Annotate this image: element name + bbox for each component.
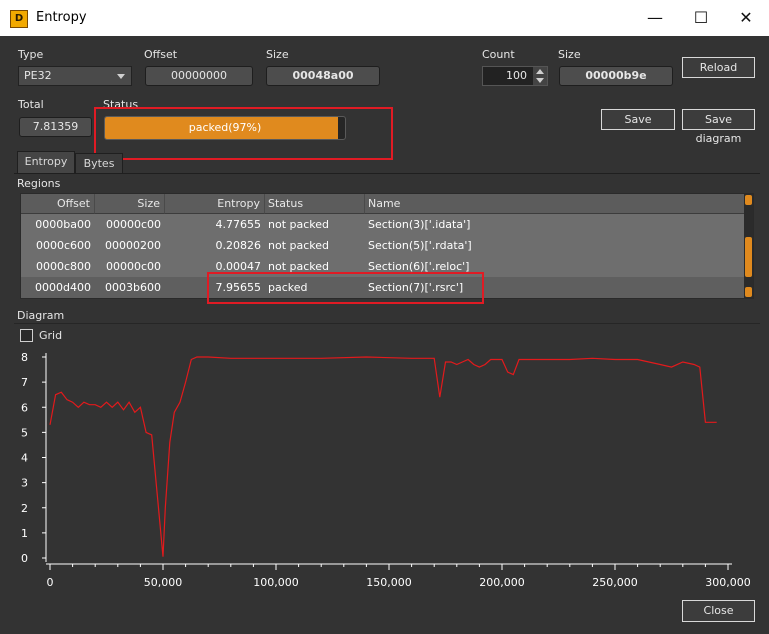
column-header-name[interactable]: Name	[365, 194, 745, 214]
regions-label: Regions	[17, 177, 61, 190]
column-header-status[interactable]: Status	[265, 194, 365, 214]
entropy-chart: 0 1 2 3 4 5 6 7 8 0 50,000 100,000 150,000 200,000 250…	[21, 351, 751, 589]
arrow-down-icon[interactable]	[536, 78, 544, 83]
close-button[interactable]: Close	[682, 600, 755, 622]
table-scrollbar[interactable]	[744, 194, 753, 298]
cell-entropy[interactable]: 4.77655	[165, 214, 262, 235]
arrow-up-icon[interactable]	[536, 69, 544, 74]
tab-bytes[interactable]: Bytes	[75, 153, 123, 173]
scroll-up-arrow[interactable]	[745, 195, 752, 205]
y-tick-label: 2	[21, 502, 28, 515]
cell-status[interactable]: not packed	[268, 214, 365, 235]
cell-size[interactable]: 00000c00	[95, 256, 161, 277]
cell-size[interactable]: 00000200	[95, 235, 161, 256]
type-select-value: PE32	[24, 69, 52, 82]
cell-offset[interactable]: 0000c600	[21, 235, 91, 256]
size2-field: 00000b9e	[559, 66, 673, 86]
x-tick-label: 300,000	[705, 576, 751, 589]
x-tick-label: 200,000	[479, 576, 525, 589]
app-logo-icon: D	[10, 10, 28, 28]
cell-offset[interactable]: 0000d400	[21, 277, 91, 298]
grid-checkbox[interactable]	[20, 329, 33, 342]
size-label: Size	[266, 48, 289, 61]
tab-entropy[interactable]: Entropy	[17, 151, 75, 173]
cell-name[interactable]: Section(5)['.rdata']	[368, 235, 738, 256]
cell-status[interactable]: not packed	[268, 235, 365, 256]
y-tick-label: 1	[21, 527, 28, 540]
type-label: Type	[18, 48, 44, 61]
diagram-divider	[14, 323, 760, 324]
tab-divider	[14, 173, 760, 174]
column-header-offset[interactable]: Offset	[21, 194, 95, 214]
x-tick-label: 100,000	[253, 576, 299, 589]
y-tick-label: 5	[21, 426, 28, 439]
selected-row-highlight-box	[207, 272, 484, 304]
y-tick-label: 4	[21, 452, 28, 465]
diagram-label: Diagram	[17, 309, 65, 322]
cell-offset[interactable]: 0000c800	[21, 256, 91, 277]
chart-plot-area: 0 1 2 3 4 5 6 7 8 0 50,000 100,000 150,000 200,000 250…	[21, 351, 751, 589]
save-diagram-button[interactable]: Save diagram	[682, 109, 755, 145]
x-tick-label: 250,000	[592, 576, 638, 589]
size2-label: Size	[558, 48, 581, 61]
x-tick-label: 0	[47, 576, 54, 589]
x-tick-label: 50,000	[144, 576, 183, 589]
reload-button[interactable]: Reload	[682, 57, 755, 78]
chevron-down-icon	[117, 74, 125, 79]
entropy-series-line	[49, 356, 717, 557]
cell-entropy[interactable]: 0.20826	[165, 235, 262, 256]
window-title: Entropy	[36, 10, 87, 25]
y-tick-label: 3	[21, 477, 28, 490]
cell-size[interactable]: 0003b600	[95, 277, 161, 298]
offset-field: 00000000	[145, 66, 253, 86]
count-stepper[interactable]	[533, 67, 547, 85]
scroll-down-arrow[interactable]	[745, 287, 752, 297]
maximize-button[interactable]: ☐	[678, 0, 724, 36]
save-button[interactable]: Save	[601, 109, 675, 130]
total-label: Total	[18, 98, 44, 111]
column-header-size[interactable]: Size	[95, 194, 165, 214]
grid-checkbox-label[interactable]: Grid	[39, 329, 62, 342]
y-tick-label: 0	[21, 552, 28, 565]
close-window-button[interactable]: ✕	[723, 0, 769, 36]
type-select[interactable]: PE32	[18, 66, 132, 86]
cell-name[interactable]: Section(3)['.idata']	[368, 214, 738, 235]
y-tick-label: 7	[21, 376, 28, 389]
offset-label: Offset	[144, 48, 178, 61]
scrollbar-thumb[interactable]	[745, 237, 752, 277]
y-tick-label: 6	[21, 401, 28, 414]
status-highlight-box	[94, 107, 393, 160]
cell-size[interactable]: 00000c00	[95, 214, 161, 235]
size-field: 00048a00	[266, 66, 380, 86]
y-tick-label: 8	[21, 351, 28, 364]
x-tick-label: 150,000	[366, 576, 412, 589]
total-field: 7.81359	[19, 117, 92, 137]
count-label: Count	[482, 48, 515, 61]
cell-offset[interactable]: 0000ba00	[21, 214, 91, 235]
column-header-entropy[interactable]: Entropy	[165, 194, 265, 214]
minimize-button[interactable]: —	[632, 0, 678, 36]
